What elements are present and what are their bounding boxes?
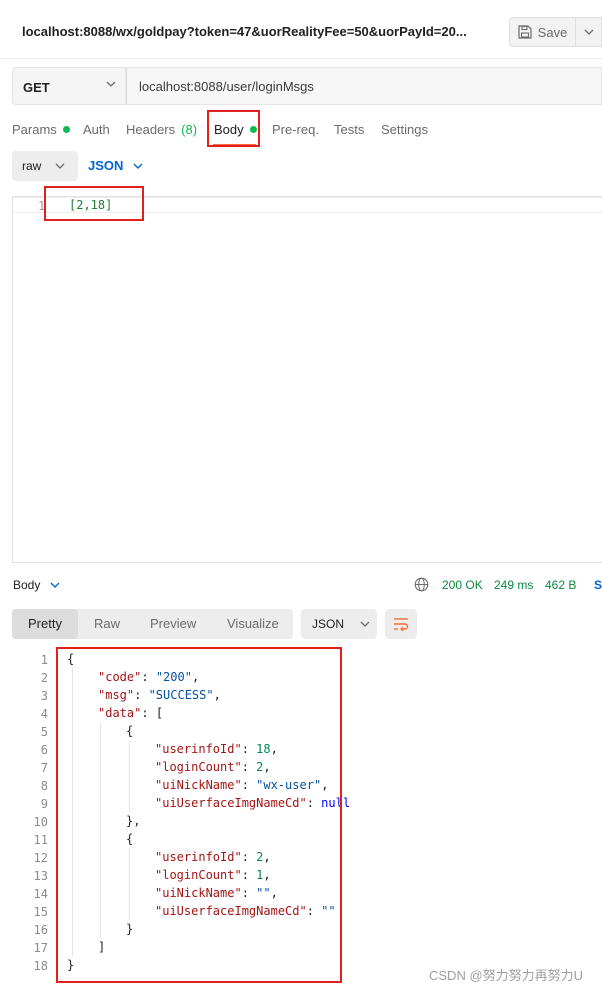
- tab-params[interactable]: Params: [12, 122, 70, 137]
- line-number: 13: [33, 869, 48, 883]
- response-size[interactable]: 462 B: [545, 578, 576, 592]
- save-response-button[interactable]: S: [594, 578, 602, 592]
- chevron-down-icon: [55, 163, 65, 169]
- tab-label: Pre-req.: [272, 122, 319, 137]
- tab-tests[interactable]: Tests: [334, 122, 364, 137]
- view-tab-preview[interactable]: Preview: [150, 616, 196, 631]
- save-button[interactable]: Save: [509, 17, 576, 47]
- tab-label: Tests: [334, 122, 365, 137]
- line-number: 6: [40, 743, 48, 757]
- watermark: CSDN @努力努力再努力U: [429, 968, 584, 983]
- response-format-select[interactable]: JSON: [301, 609, 377, 639]
- response-section-label: Body: [13, 578, 41, 592]
- url-text: localhost:8088/user/loginMsgs: [139, 79, 314, 94]
- line-number: 1: [40, 653, 48, 667]
- response-status[interactable]: 200 OK: [442, 578, 483, 592]
- annotation-highlight-request-body: [44, 186, 144, 221]
- status-dot-icon: [62, 126, 70, 133]
- line-number: 4: [40, 707, 48, 721]
- tab-label: Headers: [126, 122, 176, 137]
- chevron-down-icon: [584, 29, 593, 35]
- request-body-editor[interactable]: [12, 196, 602, 563]
- tab-label: Auth: [83, 122, 110, 137]
- globe-icon[interactable]: [414, 577, 429, 592]
- body-format-select[interactable]: JSON: [88, 158, 143, 173]
- view-tab-visualize[interactable]: Visualize: [227, 616, 279, 631]
- tab-auth[interactable]: Auth: [83, 122, 110, 137]
- tab-settings[interactable]: Settings: [381, 122, 428, 137]
- line-number: 17: [33, 941, 48, 955]
- save-options-button[interactable]: [576, 17, 602, 47]
- response-format-label: JSON: [312, 617, 345, 631]
- response-time[interactable]: 249 ms: [494, 578, 533, 592]
- tab-label: Settings: [381, 122, 428, 137]
- line-number: 10: [33, 815, 48, 829]
- response-section-select[interactable]: Body: [13, 578, 60, 592]
- annotation-highlight-body-tab: [207, 110, 260, 147]
- chevron-down-icon: [106, 81, 116, 87]
- chevron-down-icon: [50, 582, 60, 588]
- body-format-label: JSON: [88, 158, 124, 173]
- line-number: 16: [33, 923, 48, 937]
- line-number: 8: [40, 779, 48, 793]
- body-mode-label: raw: [22, 159, 42, 173]
- line-number: 7: [40, 761, 48, 775]
- line-number: 11: [33, 833, 48, 847]
- line-number: 3: [40, 689, 48, 703]
- line-number: 14: [33, 887, 48, 901]
- divider: [0, 58, 602, 59]
- tab-pre-request[interactable]: Pre-req.: [272, 122, 319, 137]
- save-icon: [518, 25, 532, 39]
- line-number: 12: [33, 851, 48, 865]
- save-label: Save: [537, 24, 568, 40]
- chevron-down-icon: [133, 163, 143, 169]
- body-mode-select[interactable]: raw: [12, 151, 78, 181]
- view-tab-raw[interactable]: Raw: [94, 616, 120, 631]
- line-number: 15: [33, 905, 48, 919]
- tab-label: Params: [12, 122, 57, 137]
- line-number: 2: [40, 671, 48, 685]
- line-number: 18: [33, 959, 48, 973]
- wrap-lines-icon: [394, 618, 409, 631]
- line-number: 5: [40, 725, 48, 739]
- line-number: 9: [40, 797, 48, 811]
- tab-headers[interactable]: Headers (8): [126, 122, 197, 137]
- wrap-lines-button[interactable]: [385, 609, 417, 639]
- chevron-down-icon: [360, 621, 370, 627]
- tab-count: (8): [181, 122, 198, 137]
- request-tab-title[interactable]: localhost:8088/wx/goldpay?token=47&uorRe…: [22, 24, 467, 39]
- annotation-highlight-response-body: [56, 647, 342, 983]
- method-label: GET: [23, 80, 50, 95]
- view-tab-pretty-label: Pretty: [28, 616, 62, 631]
